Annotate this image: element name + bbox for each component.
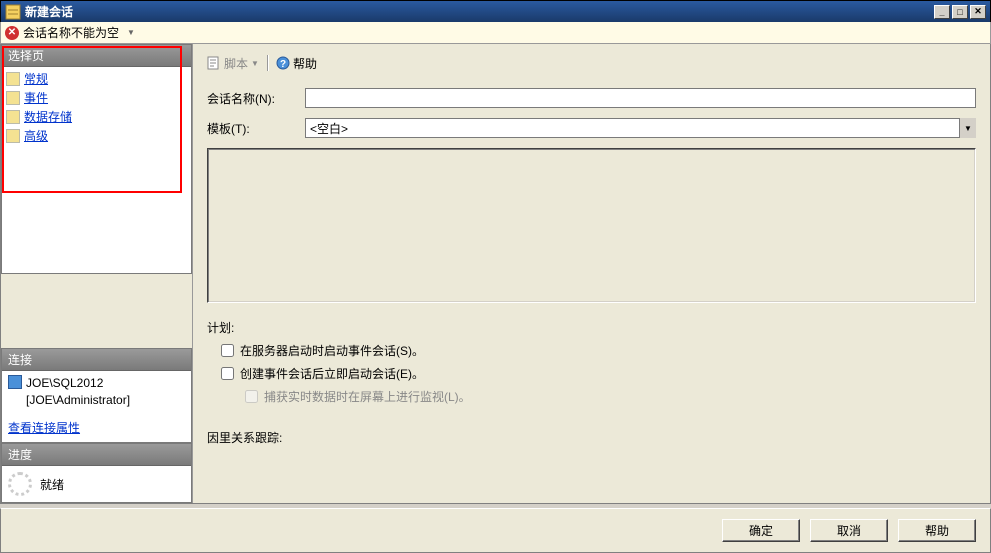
svg-text:?: ? [280, 59, 286, 70]
error-bar: ✕ 会话名称不能为空 ▼ [0, 22, 991, 44]
dialog-footer: 确定 取消 帮助 [0, 508, 991, 553]
error-text: 会话名称不能为空 [23, 24, 119, 41]
progress-header: 进度 [2, 444, 191, 466]
ok-button[interactable]: 确定 [722, 519, 800, 542]
start-on-server-label: 在服务器启动时启动事件会话(S)。 [240, 342, 424, 359]
progress-panel: 进度 就绪 [1, 443, 192, 503]
watch-live-label: 捕获实时数据时在屏幕上进行监视(L)。 [264, 388, 471, 405]
session-name-label: 会话名称(N): [207, 90, 297, 107]
page-icon [6, 72, 20, 86]
start-immediate-row: 创建事件会话后立即启动会话(E)。 [207, 365, 976, 382]
server-name: JOE\SQL2012 [26, 375, 130, 392]
app-icon [5, 4, 21, 20]
template-select[interactable] [305, 118, 976, 138]
close-button[interactable]: ✕ [970, 5, 986, 19]
maximize-button[interactable]: □ [952, 5, 968, 19]
watch-live-row: 捕获实时数据时在屏幕上进行监视(L)。 [207, 388, 976, 405]
content-area: 脚本 ▼ ? 帮助 会话名称(N): 模板(T): ▼ 计划: 在服务器启动时启… [192, 44, 990, 503]
pages-panel: 选择页 常规 事件 数据存储 高级 [1, 44, 192, 274]
nav-items: 常规 事件 数据存储 高级 [2, 67, 191, 147]
connection-info: JOE\SQL2012 [JOE\Administrator] [2, 371, 191, 413]
page-icon [6, 110, 20, 124]
window-title: 新建会话 [25, 3, 934, 20]
page-icon [6, 129, 20, 143]
main-area: 选择页 常规 事件 数据存储 高级 连接 JOE\SQL2012 [JOE\Ad… [0, 44, 991, 504]
minimize-button[interactable]: _ [934, 5, 950, 19]
server-icon [8, 375, 22, 389]
nav-item-advanced[interactable]: 高级 [4, 126, 189, 145]
user-name: [JOE\Administrator] [26, 392, 130, 409]
help-button[interactable]: ? 帮助 [276, 55, 317, 72]
view-conn-props-link[interactable]: 查看连接属性 [2, 413, 191, 442]
nav-item-events[interactable]: 事件 [4, 88, 189, 107]
plan-label: 计划: [207, 319, 976, 336]
progress-spinner-icon [8, 472, 32, 496]
progress-text: 就绪 [40, 476, 64, 493]
cancel-button[interactable]: 取消 [810, 519, 888, 542]
description-area[interactable] [207, 148, 976, 303]
nav-item-storage[interactable]: 数据存储 [4, 107, 189, 126]
separator [267, 55, 268, 71]
start-immediate-label: 创建事件会话后立即启动会话(E)。 [240, 365, 424, 382]
connection-panel: 连接 JOE\SQL2012 [JOE\Administrator] 查看连接属… [1, 348, 192, 443]
script-button[interactable]: 脚本 ▼ [207, 55, 259, 72]
start-on-server-row: 在服务器启动时启动事件会话(S)。 [207, 342, 976, 359]
left-column: 选择页 常规 事件 数据存储 高级 连接 JOE\SQL2012 [JOE\Ad… [1, 44, 192, 503]
start-on-server-checkbox[interactable] [221, 344, 234, 357]
session-name-row: 会话名称(N): [207, 88, 976, 108]
title-bar: 新建会话 _ □ ✕ [0, 0, 991, 22]
page-icon [6, 91, 20, 105]
pages-header: 选择页 [2, 45, 191, 67]
template-label: 模板(T): [207, 120, 297, 137]
causality-label: 因里关系跟踪: [207, 429, 976, 446]
help-button-footer[interactable]: 帮助 [898, 519, 976, 542]
window-controls: _ □ ✕ [934, 5, 986, 19]
script-icon [207, 56, 221, 70]
watch-live-checkbox [245, 390, 258, 403]
error-dropdown-icon[interactable]: ▼ [127, 28, 135, 37]
content-toolbar: 脚本 ▼ ? 帮助 [207, 52, 976, 74]
connection-header: 连接 [2, 349, 191, 371]
error-icon: ✕ [5, 26, 19, 40]
nav-item-general[interactable]: 常规 [4, 69, 189, 88]
start-immediate-checkbox[interactable] [221, 367, 234, 380]
help-icon: ? [276, 56, 290, 70]
session-name-input[interactable] [305, 88, 976, 108]
template-row: 模板(T): ▼ [207, 118, 976, 138]
